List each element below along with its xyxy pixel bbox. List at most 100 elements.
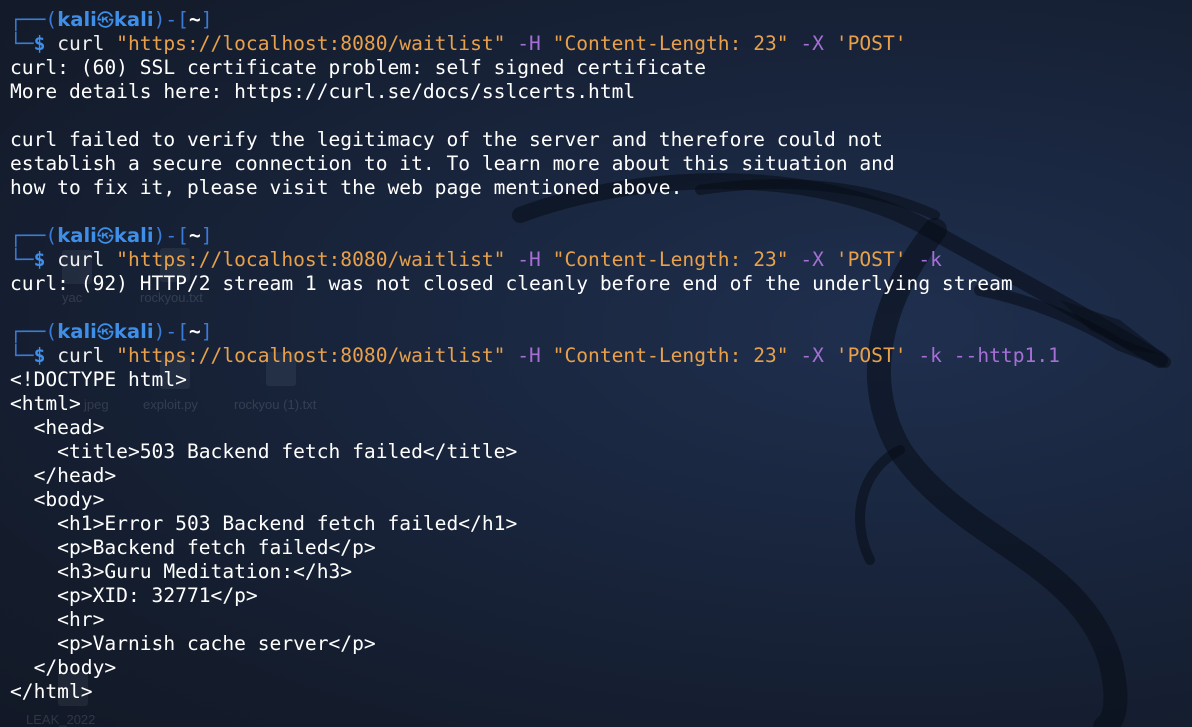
prompt-frame: )-[ — [153, 320, 189, 343]
prompt-host: kali — [113, 320, 154, 343]
command-token-cmd — [907, 344, 919, 367]
prompt-symbol: $ — [33, 344, 46, 367]
output-line: how to fix it, please visit the web page… — [10, 176, 683, 199]
prompt-frame: └─ — [10, 32, 34, 55]
command-token-cmd — [541, 32, 553, 55]
command-line[interactable]: └─$ curl "https://localhost:8080/waitlis… — [10, 248, 1060, 272]
output-line: establish a secure connection to it. To … — [10, 152, 895, 175]
command-token-opt: -H — [517, 32, 541, 55]
prompt-frame: ] — [200, 8, 213, 31]
kali-dragon-glyph-icon: ㉿ — [96, 227, 114, 247]
output-line: More details here: https://curl.se/docs/… — [10, 80, 636, 103]
command-token-cmd — [824, 32, 836, 55]
command-token-cmd — [824, 248, 836, 271]
command-token-str: 'POST' — [835, 344, 907, 367]
command-token-cmd — [541, 248, 553, 271]
prompt-header: ┌──(kali㉿kali)-[~] — [10, 8, 1060, 32]
command-token-str: "Content-Length: 23" — [552, 32, 789, 55]
command-token-opt: --http1.1 — [953, 344, 1060, 367]
prompt-frame: ┌──( — [10, 224, 58, 247]
output-line: </head> — [10, 464, 117, 487]
command-token-opt: -H — [517, 344, 541, 367]
command-token-cmd: curl — [57, 344, 105, 367]
command-token-str: "https://localhost:8080/waitlist" — [116, 248, 506, 271]
command-line[interactable]: └─$ curl "https://localhost:8080/waitlis… — [10, 344, 1060, 368]
kali-dragon-glyph-icon: ㉿ — [96, 323, 114, 343]
command-token-cmd — [104, 344, 116, 367]
command-token-cmd — [789, 32, 801, 55]
prompt-symbol: $ — [33, 248, 46, 271]
output-line: <hr> — [10, 608, 105, 631]
command-token-str: 'POST' — [835, 32, 907, 55]
output-line: </body> — [10, 656, 117, 679]
output-line: </html> — [10, 680, 93, 703]
prompt-frame: └─ — [10, 248, 34, 271]
prompt-frame: )-[ — [153, 224, 189, 247]
command-token-cmd — [505, 344, 517, 367]
prompt-frame: ] — [200, 320, 213, 343]
output-line: <title>503 Backend fetch failed</title> — [10, 440, 518, 463]
command-token-opt: -H — [517, 248, 541, 271]
command-token-cmd — [541, 344, 553, 367]
output-line: <p>Varnish cache server</p> — [10, 632, 376, 655]
desktop-icon-leak: LEAK_2022 — [26, 712, 96, 727]
prompt-frame: ┌──( — [10, 320, 58, 343]
prompt-cwd: ~ — [188, 320, 201, 343]
command-token-cmd — [789, 248, 801, 271]
command-token-cmd — [942, 344, 954, 367]
prompt-header: ┌──(kali㉿kali)-[~] — [10, 224, 1060, 248]
output-line: <head> — [10, 416, 105, 439]
output-line: <h1>Error 503 Backend fetch failed</h1> — [10, 512, 518, 535]
command-token-opt: -X — [800, 344, 824, 367]
command-token-opt: -X — [800, 32, 824, 55]
command-token-str: "https://localhost:8080/waitlist" — [116, 32, 506, 55]
output-line: <p>Backend fetch failed</p> — [10, 536, 376, 559]
command-token-cmd — [789, 344, 801, 367]
command-token-cmd — [104, 248, 116, 271]
command-token-cmd — [505, 248, 517, 271]
output-line: <h3>Guru Meditation:</h3> — [10, 560, 353, 583]
command-token-cmd — [505, 32, 517, 55]
prompt-host: kali — [113, 224, 154, 247]
prompt-frame: ] — [200, 224, 213, 247]
prompt-frame: └─ — [10, 344, 34, 367]
output-line: <p>XID: 32771</p> — [10, 584, 258, 607]
command-token-cmd — [824, 344, 836, 367]
prompt-frame: )-[ — [153, 8, 189, 31]
command-token-str: "Content-Length: 23" — [552, 344, 789, 367]
command-token-cmd — [104, 32, 116, 55]
command-token-cmd: curl — [57, 248, 105, 271]
output-line: <!DOCTYPE html> — [10, 368, 187, 391]
prompt-user: kali — [57, 320, 97, 343]
prompt-frame: ┌──( — [10, 8, 58, 31]
prompt-cwd: ~ — [188, 8, 201, 31]
command-token-opt: -X — [800, 248, 824, 271]
command-token-opt: -k — [918, 344, 942, 367]
output-line: <html> — [10, 392, 81, 415]
command-token-str: "https://localhost:8080/waitlist" — [116, 344, 506, 367]
prompt-header: ┌──(kali㉿kali)-[~] — [10, 320, 1060, 344]
prompt-host: kali — [113, 8, 154, 31]
command-token-cmd — [907, 248, 919, 271]
command-token-str: "Content-Length: 23" — [552, 248, 789, 271]
terminal-output[interactable]: ┌──(kali㉿kali)-[~] └─$ curl "https://loca… — [10, 8, 1060, 704]
command-token-opt: -k — [918, 248, 942, 271]
command-line[interactable]: └─$ curl "https://localhost:8080/waitlis… — [10, 32, 1060, 56]
command-token-cmd: curl — [57, 32, 105, 55]
output-line: curl: (92) HTTP/2 stream 1 was not close… — [10, 272, 1013, 295]
prompt-user: kali — [57, 224, 97, 247]
output-line: curl failed to verify the legitimacy of … — [10, 128, 883, 151]
kali-dragon-glyph-icon: ㉿ — [96, 11, 114, 31]
output-line: <body> — [10, 488, 105, 511]
prompt-user: kali — [57, 8, 97, 31]
output-line: curl: (60) SSL certificate problem: self… — [10, 56, 706, 79]
command-token-str: 'POST' — [835, 248, 907, 271]
prompt-symbol: $ — [33, 32, 46, 55]
prompt-cwd: ~ — [188, 224, 201, 247]
